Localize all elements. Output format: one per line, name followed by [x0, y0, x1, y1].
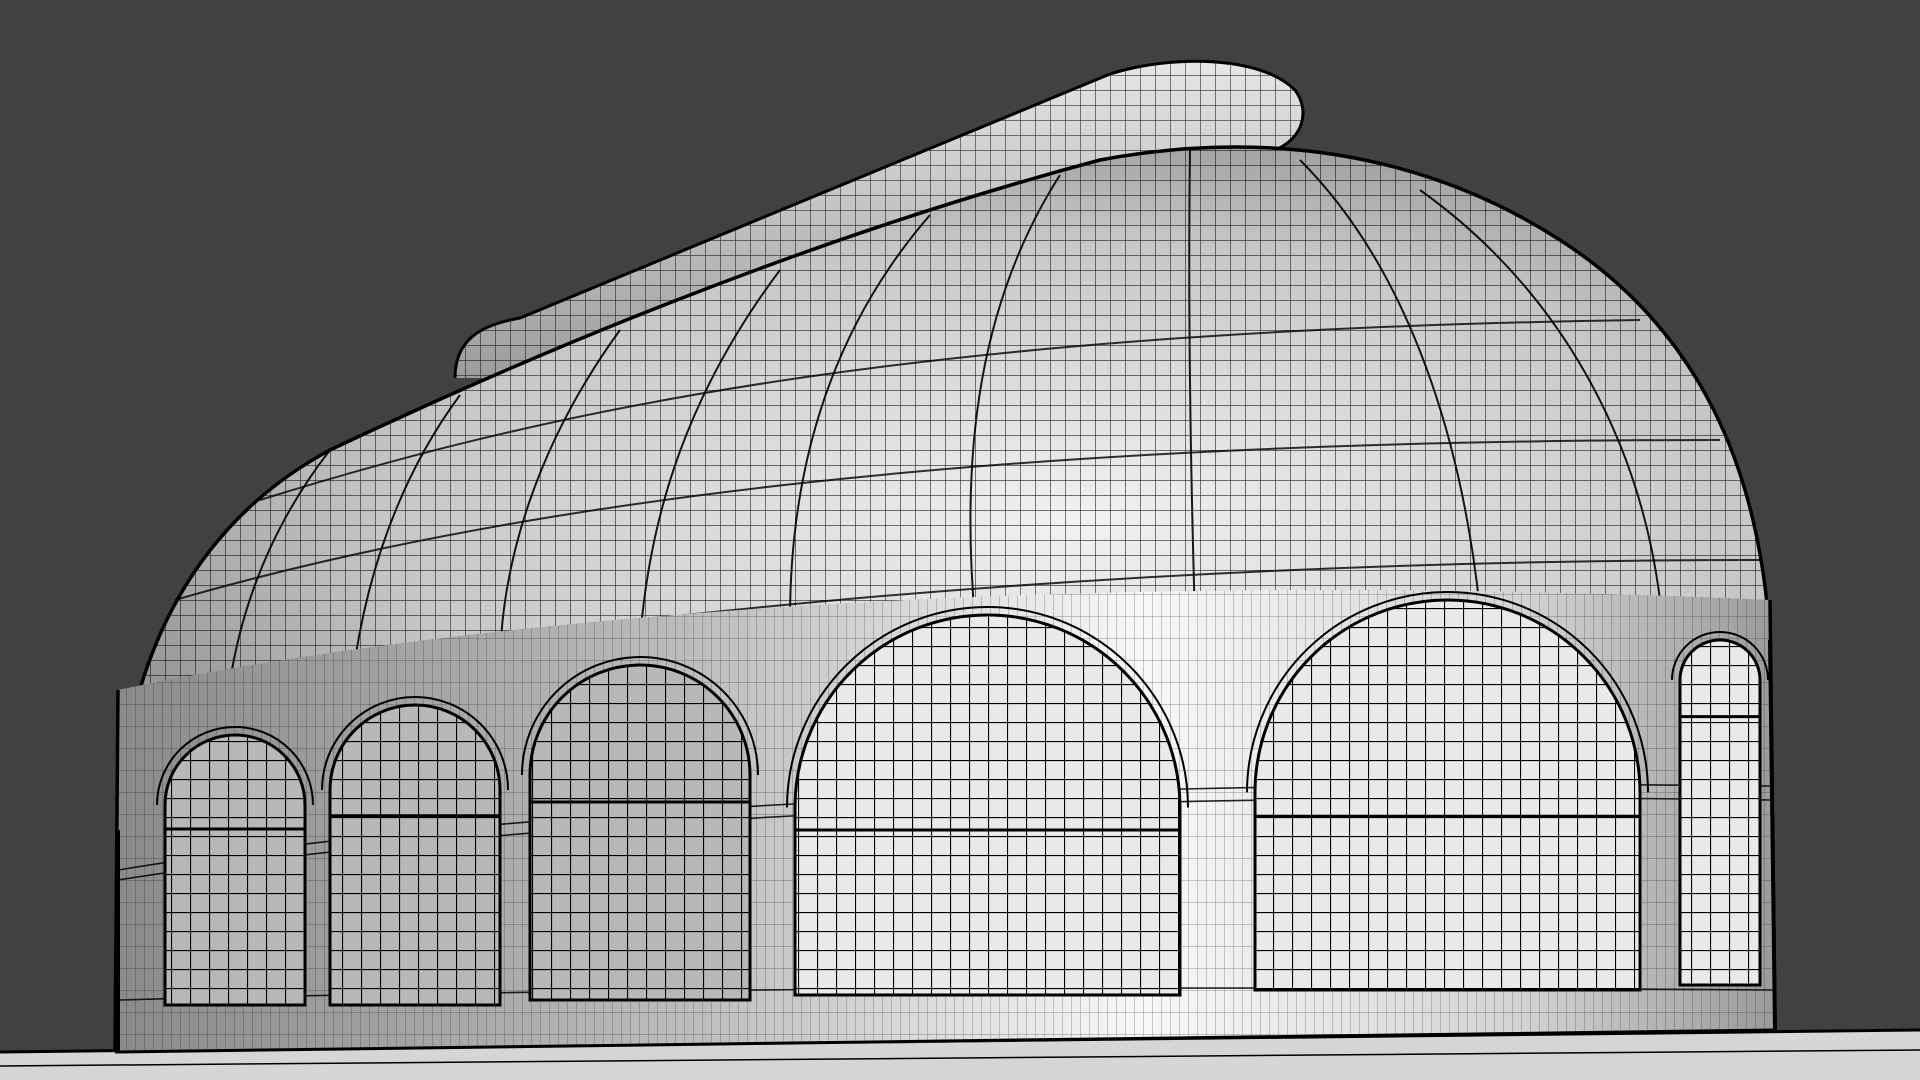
arched-window-grid — [165, 735, 305, 1005]
arched-window-grid — [530, 665, 750, 1000]
arched-window-grid — [1255, 599, 1640, 990]
3d-viewport[interactable] — [0, 0, 1920, 1080]
arched-window-grid — [1680, 640, 1760, 985]
viewport-canvas[interactable] — [0, 0, 1920, 1080]
arched-window-grid — [330, 705, 500, 1005]
